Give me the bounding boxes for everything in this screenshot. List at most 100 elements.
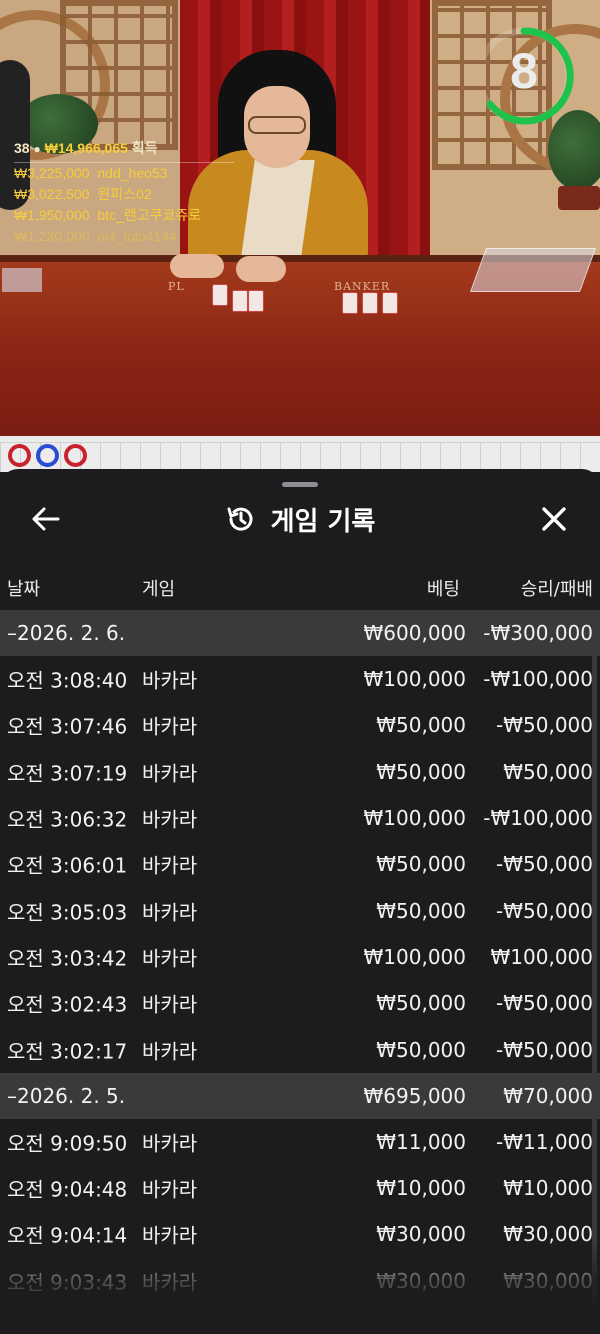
table-row[interactable]: 오전 9:04:48 바카라 ₩10,000 ₩10,000: [0, 1165, 600, 1211]
table-row[interactable]: 오전 3:06:01 바카라 ₩50,000 -₩50,000: [0, 841, 600, 887]
cell-result: -₩11,000: [496, 1129, 593, 1154]
cell-bet: ₩30,000: [376, 1222, 466, 1247]
column-date: 날짜: [7, 579, 41, 600]
close-button[interactable]: [534, 499, 574, 539]
cell-result: -₩100,000: [483, 806, 593, 831]
table-row[interactable]: 오전 3:03:42 바카라 ₩100,000 ₩100,000: [0, 934, 600, 980]
winner-name: btc_렌고쿠쿄쥬로: [97, 207, 202, 223]
card-shoe: [469, 248, 597, 292]
cell-time: 오전 9:04:14: [7, 1223, 128, 1248]
date-group-row[interactable]: –2026. 2. 6. ₩600,000 -₩300,000: [0, 610, 600, 656]
cell-game: 바카라: [142, 761, 198, 786]
cell-result: -₩50,000: [496, 713, 593, 738]
cell-time: 오전 3:02:43: [7, 992, 128, 1017]
table-row[interactable]: 오전 3:02:43 바카라 ₩50,000 -₩50,000: [0, 980, 600, 1026]
winner-amount: ₩1,950,000: [14, 207, 90, 223]
cell-game: 바카라: [142, 1039, 198, 1064]
cell-bet: ₩100,000: [363, 806, 466, 831]
table-row[interactable]: 오전 9:04:14 바카라 ₩30,000 ₩30,000: [0, 1211, 600, 1257]
cell-time: 오전 3:02:17: [7, 1039, 128, 1064]
countdown-timer: 8: [475, 24, 580, 128]
live-video: PL BANKER 8 38 ● ₩14,966,065 획득 ₩3,225,0…: [0, 0, 600, 436]
cell-result: -₩50,000: [496, 991, 593, 1016]
playing-card: [212, 284, 228, 306]
playing-card: [362, 292, 378, 314]
cell-result: -₩100,000: [483, 667, 593, 692]
winner-row: ₩3,022,500 원피스02: [14, 184, 234, 205]
winners-overlay: 38 ● ₩14,966,065 획득 ₩3,225,000 ndd_heo53…: [14, 138, 234, 247]
cell-bet: ₩695,000: [363, 1083, 466, 1108]
cell-result: ₩100,000: [490, 944, 593, 969]
cell-bet: ₩11,000: [376, 1129, 466, 1154]
table-row[interactable]: 오전 9:09:50 바카라 ₩11,000 -₩11,000: [0, 1119, 600, 1165]
dealer-hand-right: [236, 256, 286, 282]
drag-handle[interactable]: [282, 482, 318, 487]
banker-bead-icon: [8, 444, 31, 467]
cell-bet: ₩50,000: [376, 852, 466, 877]
cell-bet: ₩10,000: [376, 1176, 466, 1201]
cell-time: 오전 3:08:40: [7, 668, 128, 693]
timer-value: 8: [510, 43, 538, 99]
cell-game: 바카라: [142, 714, 198, 739]
cell-bet: ₩50,000: [376, 1037, 466, 1062]
bead-road: [0, 436, 600, 472]
player-bead-icon: [36, 444, 59, 467]
cell-bet: ₩600,000: [363, 621, 466, 645]
banker-bead-icon: [64, 444, 87, 467]
winner-row: ₩1,230,000 ai4_lolo4144: [14, 226, 234, 247]
table-row[interactable]: 오전 3:07:19 바카라 ₩50,000 ₩50,000: [0, 749, 600, 795]
sheet-title: 게임 기록: [270, 506, 376, 537]
cell-game: 바카라: [142, 1131, 198, 1156]
winner-name: ndd_heo53: [97, 165, 168, 181]
cell-result: ₩50,000: [503, 759, 593, 784]
cell-time: –2026. 2. 6.: [7, 621, 126, 645]
cell-bet: ₩100,000: [363, 667, 466, 692]
cell-result: -₩50,000: [496, 1037, 593, 1062]
winner-count: 38: [14, 140, 30, 156]
history-icon: [227, 507, 253, 531]
cell-result: ₩30,000: [503, 1268, 593, 1293]
cell-time: 오전 3:06:32: [7, 807, 128, 832]
close-icon: [542, 507, 566, 531]
dealer-glasses: [248, 116, 306, 134]
cell-game: 바카라: [142, 1223, 198, 1248]
table-header: 날짜 게임 베팅 승리/패배: [0, 569, 600, 605]
cell-time: 오전 3:03:42: [7, 946, 128, 971]
cell-bet: ₩50,000: [376, 991, 466, 1016]
table-row[interactable]: 오전 3:06:32 바카라 ₩100,000 -₩100,000: [0, 795, 600, 841]
road-grid: [0, 442, 600, 472]
cell-time: 오전 3:05:03: [7, 900, 128, 925]
cell-time: 오전 3:07:46: [7, 714, 128, 739]
user-icon: ●: [33, 142, 41, 156]
chip-tray: [2, 268, 42, 292]
cell-time: 오전 9:04:48: [7, 1177, 128, 1202]
table-row[interactable]: 오전 3:02:17 바카라 ₩50,000 -₩50,000: [0, 1026, 600, 1072]
dealer-hand-left: [170, 254, 224, 278]
table-row[interactable]: 오전 3:07:46 바카라 ₩50,000 -₩50,000: [0, 702, 600, 748]
date-group-row[interactable]: –2026. 2. 5. ₩695,000 ₩70,000: [0, 1072, 600, 1119]
winners-suffix: 획득: [131, 140, 158, 156]
sheet-header: 게임 기록: [0, 497, 600, 541]
game-history-sheet: 게임 기록 날짜 게임 베팅 승리/패배 –2026. 2. 6. ₩600,00…: [0, 469, 600, 1334]
cell-bet: ₩50,000: [376, 713, 466, 738]
playing-card: [342, 292, 358, 314]
cell-bet: ₩50,000: [376, 759, 466, 784]
cell-time: 오전 3:06:01: [7, 853, 128, 878]
history-list[interactable]: –2026. 2. 6. ₩600,000 -₩300,000 오전 3:08:40 바…: [0, 610, 600, 1304]
player-label: PL: [168, 280, 185, 293]
cell-game: 바카라: [142, 668, 198, 693]
cell-result: ₩10,000: [503, 1176, 593, 1201]
table-row[interactable]: 오전 3:05:03 바카라 ₩50,000 -₩50,000: [0, 887, 600, 933]
winner-amount: ₩1,230,000: [14, 228, 90, 244]
table-row[interactable]: 오전 9:03:43 바카라 ₩30,000 ₩30,000: [0, 1258, 600, 1304]
cell-game: 바카라: [142, 853, 198, 878]
cell-bet: ₩100,000: [363, 944, 466, 969]
cell-result: ₩30,000: [503, 1222, 593, 1247]
winner-amount: ₩3,225,000: [14, 165, 90, 181]
scrollbar[interactable]: [592, 610, 597, 1310]
playing-card: [248, 290, 264, 312]
playing-card: [382, 292, 398, 314]
cell-result: -₩50,000: [496, 898, 593, 923]
table-row[interactable]: 오전 3:08:40 바카라 ₩100,000 -₩100,000: [0, 656, 600, 702]
cell-game: 바카라: [142, 992, 198, 1017]
